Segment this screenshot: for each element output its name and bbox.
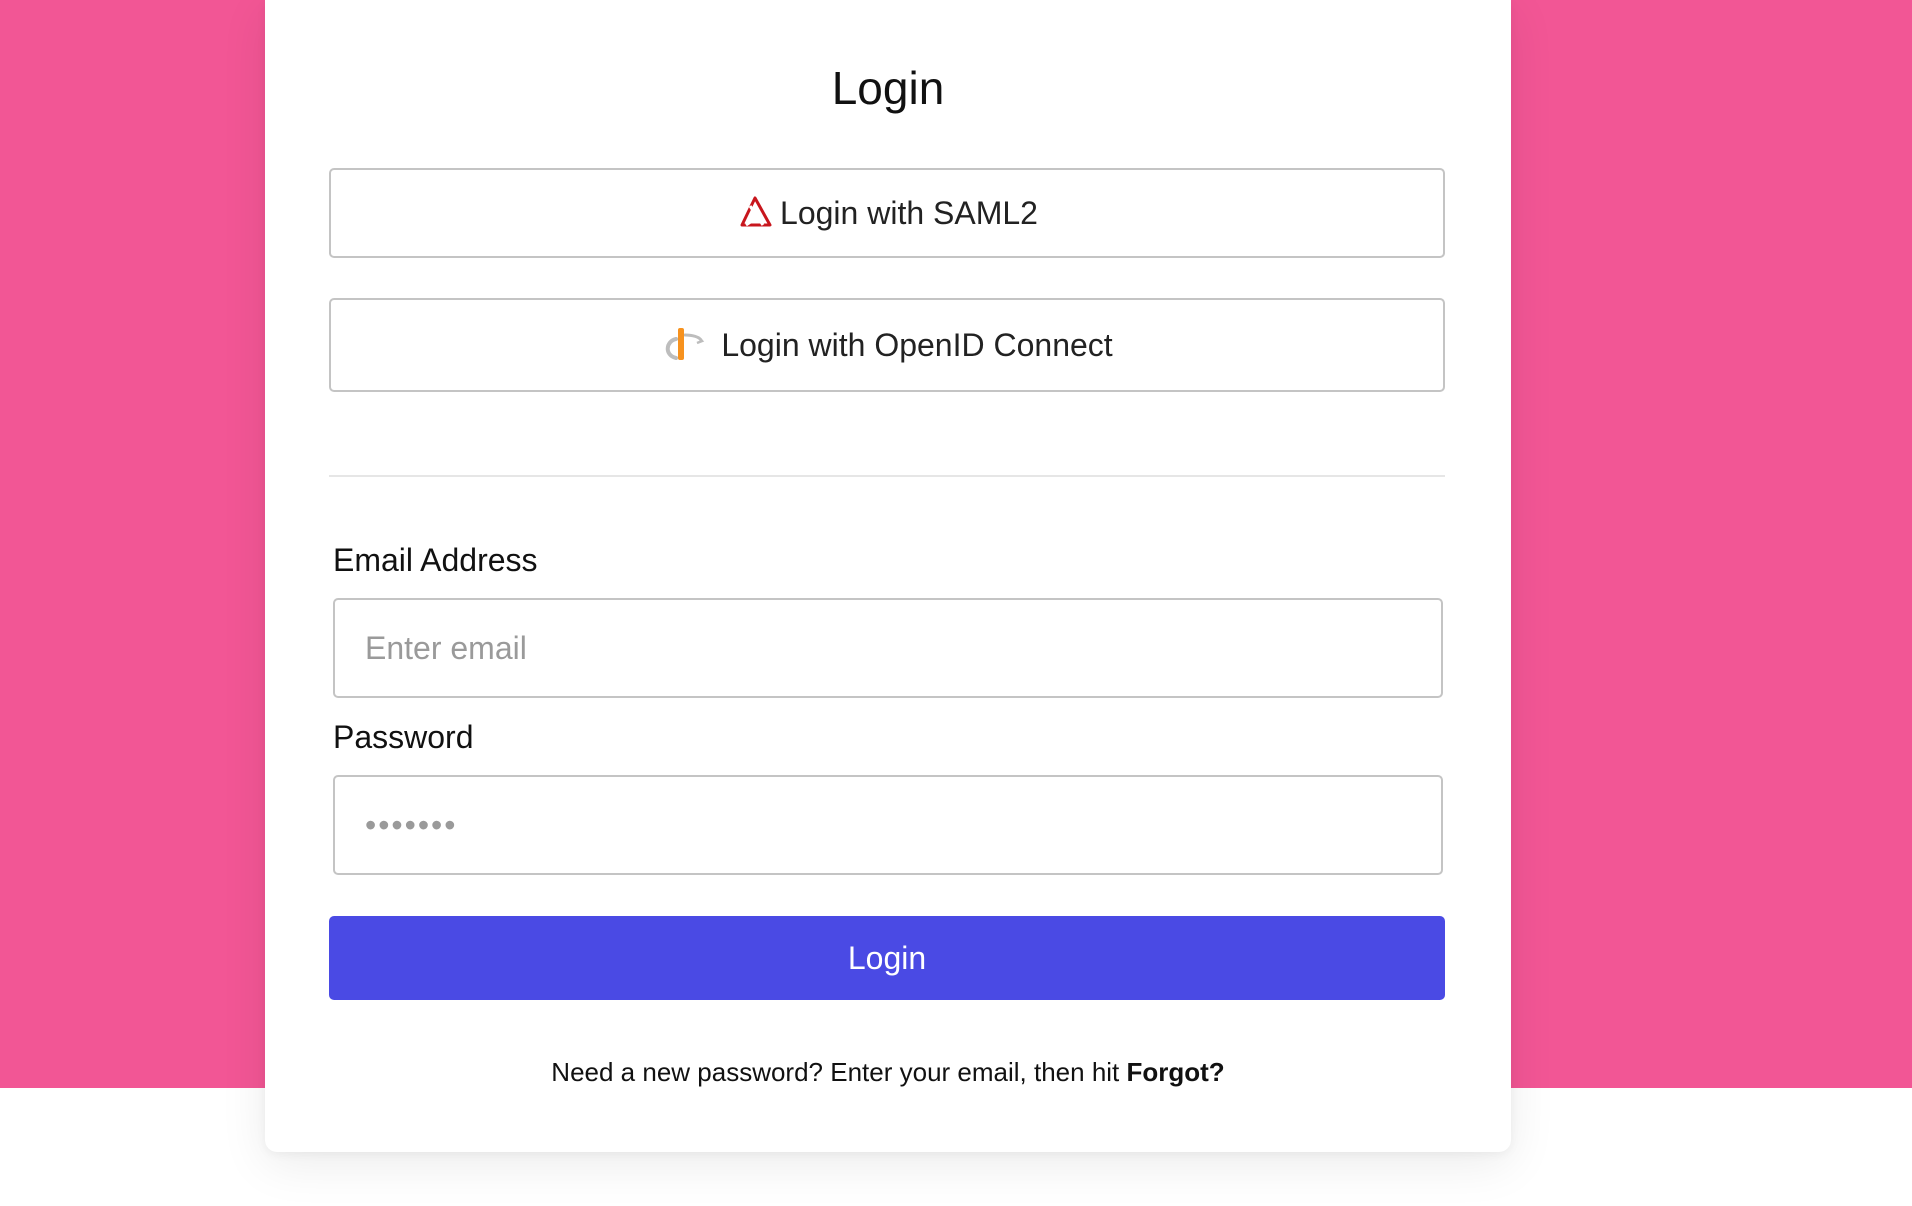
divider — [329, 475, 1445, 477]
saml-login-button[interactable]: Login with SAML2 — [329, 168, 1445, 258]
email-input[interactable] — [333, 598, 1443, 698]
openid-login-label: Login with OpenID Connect — [721, 326, 1113, 363]
password-input[interactable] — [333, 775, 1443, 875]
page-title: Login — [831, 62, 945, 114]
saml-login-label: Login with SAML2 — [780, 194, 1038, 231]
forgot-password-hint: Need a new password? Enter your email, t… — [265, 1054, 1511, 1090]
forgot-password-hint-text: Need a new password? Enter your email, t… — [551, 1057, 1127, 1087]
openid-login-button[interactable]: Login with OpenID Connect — [329, 298, 1445, 392]
openid-icon — [661, 325, 705, 365]
login-button[interactable]: Login — [329, 916, 1445, 1000]
password-label: Password — [333, 719, 474, 755]
forgot-password-link[interactable]: Forgot? — [1127, 1057, 1225, 1087]
saml-icon — [736, 194, 774, 232]
email-label: Email Address — [333, 542, 538, 578]
login-card: Login Login with SAML2 Login with OpenID… — [265, 0, 1511, 1152]
